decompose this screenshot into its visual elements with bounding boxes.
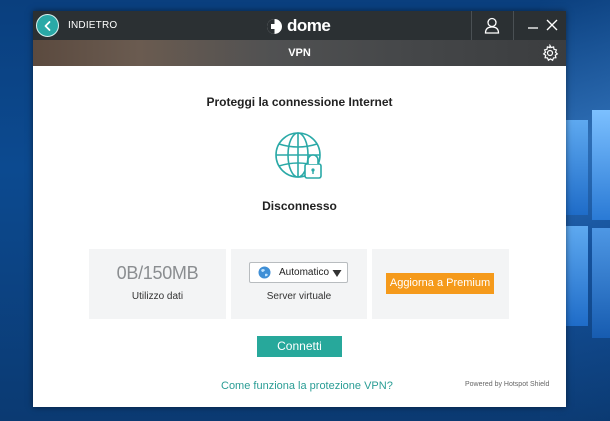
powered-by-label: Powered by Hotspot Shield: [465, 381, 550, 388]
premium-card: Aggiorna a Premium: [372, 249, 509, 319]
title-bar: INDIETRO dome: [33, 11, 566, 40]
back-button[interactable]: [36, 14, 59, 37]
close-icon[interactable]: [545, 18, 559, 32]
back-arrow-icon: [44, 20, 50, 31]
dome-logo-icon: [267, 18, 282, 34]
globe-icon: [258, 266, 271, 279]
wallpaper-pane: [592, 110, 610, 220]
server-label: Server virtuale: [266, 291, 332, 302]
connection-status: Disconnesso: [262, 199, 337, 213]
data-usage-value: 0B/150MB: [116, 263, 199, 283]
wallpaper-pane: [592, 228, 610, 338]
wallpaper-pane: [566, 226, 588, 326]
gear-icon[interactable]: [541, 44, 559, 62]
connect-button[interactable]: Connetti: [257, 336, 342, 357]
vpn-help-link[interactable]: Come funziona la protezione VPN?: [221, 380, 393, 392]
divider: [471, 11, 472, 40]
page-title: VPN: [288, 47, 311, 59]
data-usage-label: Utilizzo dati: [131, 291, 184, 302]
server-selected-value: Automatico: [279, 267, 330, 278]
upgrade-premium-button[interactable]: Aggiorna a Premium: [386, 273, 494, 294]
globe-lock-icon: [275, 132, 322, 179]
app-logo: dome: [266, 16, 331, 36]
main-headline: Proteggi la connessione Internet: [206, 95, 393, 109]
data-usage-card: 0B/150MB Utilizzo dati: [89, 249, 226, 319]
minimize-icon[interactable]: [526, 18, 540, 32]
wallpaper-pane: [566, 120, 588, 215]
server-select[interactable]: Automatico: [249, 262, 348, 283]
virtual-server-card: Automatico Server virtuale: [231, 249, 367, 319]
back-label[interactable]: INDIETRO: [68, 20, 117, 31]
user-icon[interactable]: [484, 17, 500, 34]
app-window: INDIETRO dome VPN Proteggi la connession…: [33, 11, 566, 407]
divider: [513, 11, 514, 40]
app-name: dome: [287, 16, 331, 35]
chevron-down-icon: [332, 270, 342, 277]
